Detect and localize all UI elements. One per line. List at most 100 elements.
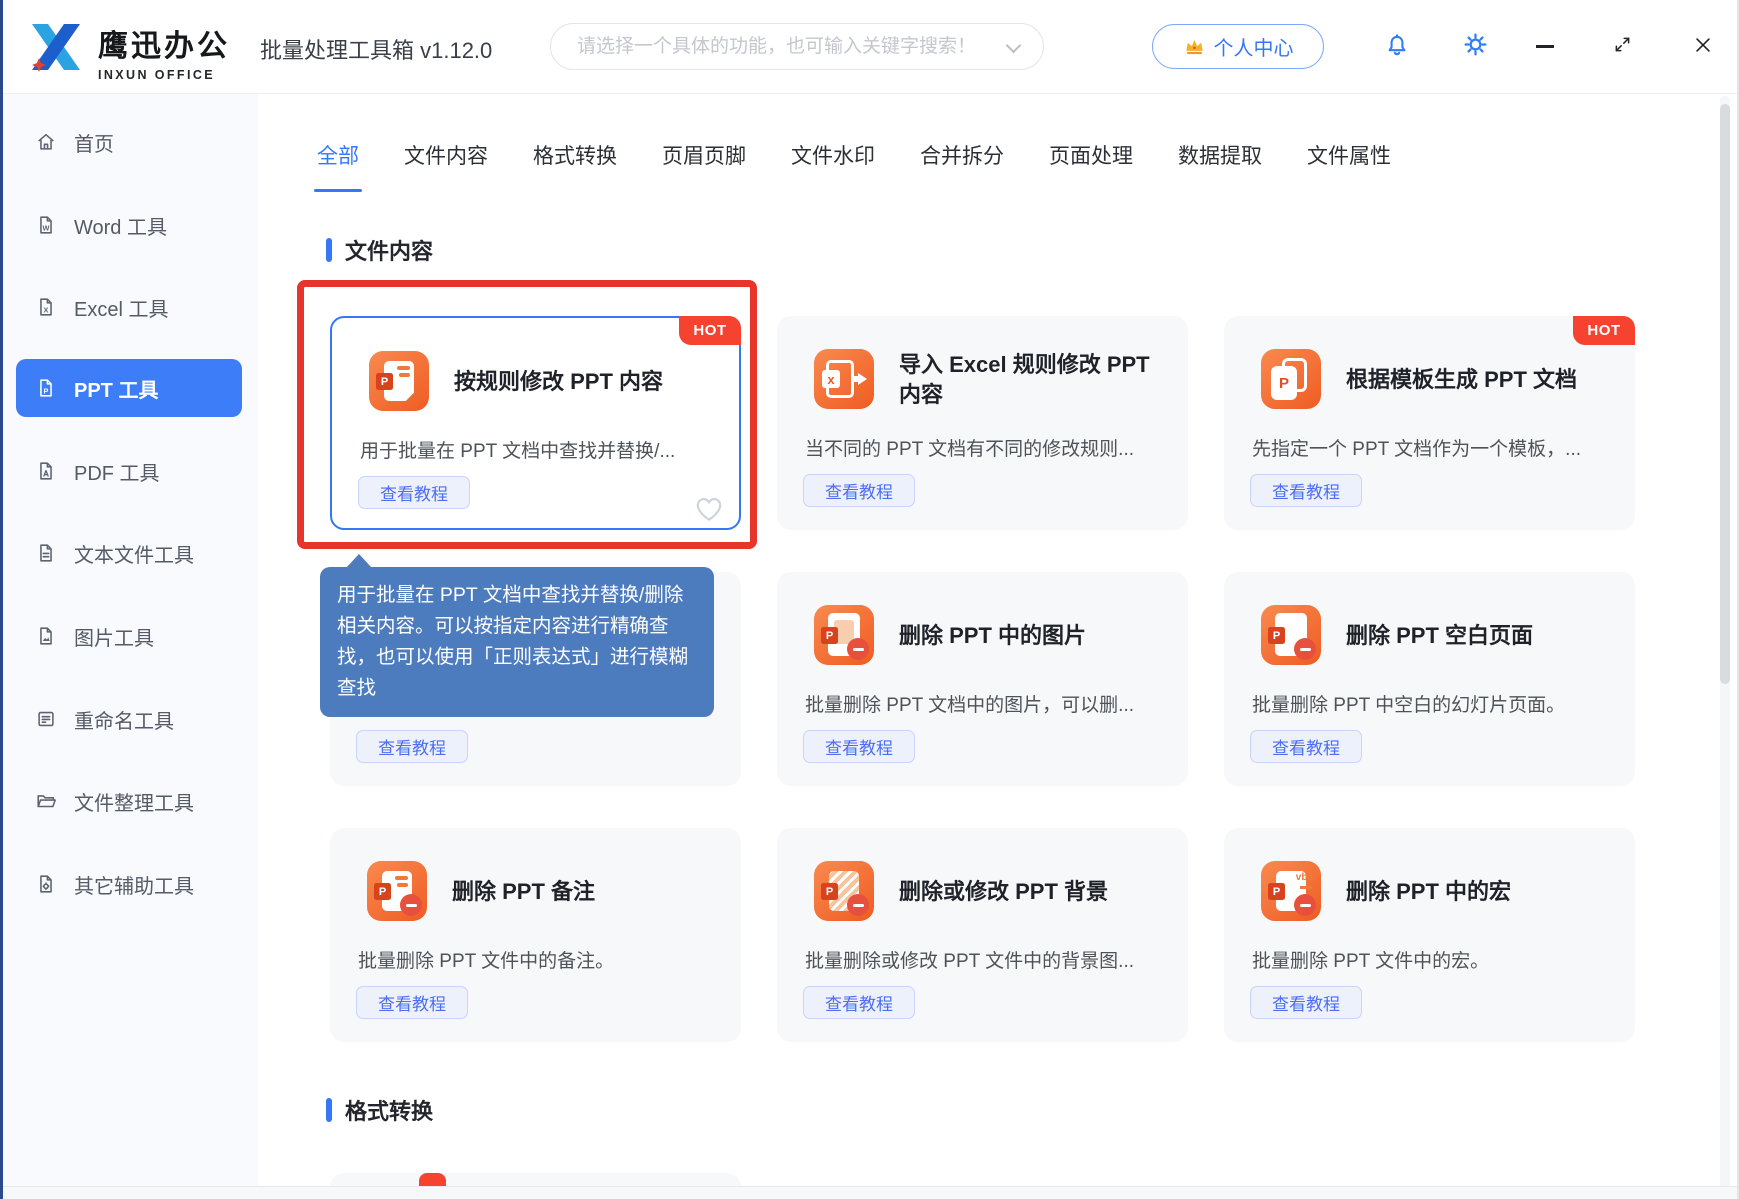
section-file-content: 文件内容 — [326, 234, 433, 266]
scrollbar-thumb[interactable] — [1720, 104, 1730, 684]
title-bar: 鹰迅办公 INXUN OFFICE 批量处理工具箱 v1.12.0 个人中心 — [0, 0, 1739, 94]
tab-file-attrs[interactable]: 文件属性 — [1307, 140, 1391, 176]
section-format-convert: 格式转换 — [326, 1094, 433, 1126]
card-delete-ppt-notes[interactable]: P 删除 PPT 备注 批量删除 PPT 文件中的备注。 查看教程 — [330, 828, 741, 1042]
svg-text:P: P — [44, 387, 49, 396]
sidebar-item-label: 文件整理工具 — [74, 787, 194, 816]
hot-badge: HOT — [679, 316, 741, 345]
minus-icon — [847, 638, 869, 660]
ppt-doc-icon: P — [35, 377, 57, 399]
card-delete-modify-ppt-background[interactable]: P 删除或修改 PPT 背景 批量删除或修改 PPT 文件中的背景图... 查看… — [777, 828, 1188, 1042]
excel-import-rules-icon: x — [814, 349, 874, 409]
tab-watermark[interactable]: 文件水印 — [791, 140, 875, 176]
category-tabs: 全部 文件内容 格式转换 页眉页脚 文件水印 合并拆分 页面处理 数据提取 文件… — [317, 140, 1391, 176]
card-title: 导入 Excel 规则修改 PPT 内容 — [899, 350, 1162, 410]
card-import-excel-rules[interactable]: x 导入 Excel 规则修改 PPT 内容 当不同的 PPT 文档有不同的修改… — [777, 316, 1188, 530]
crown-icon — [1183, 35, 1206, 58]
sidebar-item-ppt-tools[interactable]: P PPT 工具 — [16, 359, 242, 417]
sidebar-item-label: Excel 工具 — [74, 293, 168, 322]
card-generate-ppt-from-template[interactable]: P 根据模板生成 PPT 文档 先指定一个 PPT 文档作为一个模板，... 查… — [1224, 316, 1635, 530]
tab-merge-split[interactable]: 合并拆分 — [920, 140, 1004, 176]
notification-bell-icon[interactable] — [1384, 31, 1410, 59]
card-title: 删除 PPT 中的图片 — [899, 621, 1162, 651]
brand-subtitle: INXUN OFFICE — [98, 68, 230, 82]
sidebar-item-excel-tools[interactable]: X Excel 工具 — [16, 278, 242, 336]
tooltip-arrow — [346, 554, 372, 568]
favorite-heart-icon[interactable] — [693, 494, 725, 524]
text-file-icon — [35, 542, 57, 564]
hot-badge: HOT — [1573, 316, 1635, 345]
card-description: 批量删除 PPT 文档中的图片，可以删... — [805, 690, 1166, 717]
ppt-delete-blank-page-icon: P — [1261, 605, 1321, 665]
ppt-delete-macro-icon: P vba — [1261, 861, 1321, 921]
sidebar-item-label: 文本文件工具 — [74, 539, 194, 568]
view-tutorial-button[interactable]: 查看教程 — [356, 730, 468, 763]
card-title: 按规则修改 PPT 内容 — [454, 367, 713, 397]
window-close-button[interactable] — [1692, 34, 1714, 56]
sidebar-item-label: PPT 工具 — [74, 374, 158, 403]
section-accent-bar — [326, 238, 332, 262]
section-accent-bar — [326, 1098, 332, 1122]
sidebar-item-image-tools[interactable]: 图片工具 — [16, 607, 242, 665]
view-tutorial-button[interactable]: 查看教程 — [803, 986, 915, 1019]
sidebar-item-rename-tools[interactable]: 重命名工具 — [16, 690, 242, 748]
sidebar-item-file-organize-tools[interactable]: 文件整理工具 — [16, 772, 242, 830]
window-maximize-button[interactable] — [1612, 34, 1633, 55]
card-delete-ppt-blank-pages[interactable]: P 删除 PPT 空白页面 批量删除 PPT 中空白的幻灯片页面。 查看教程 — [1224, 572, 1635, 786]
minus-icon — [1294, 894, 1316, 916]
ppt-delete-notes-icon: P — [367, 861, 427, 921]
tab-data-extract[interactable]: 数据提取 — [1178, 140, 1262, 176]
view-tutorial-button[interactable]: 查看教程 — [803, 474, 915, 507]
view-tutorial-button[interactable]: 查看教程 — [358, 476, 470, 509]
card-description: 当不同的 PPT 文档有不同的修改规则... — [805, 434, 1166, 461]
tab-header-footer[interactable]: 页眉页脚 — [662, 140, 746, 176]
view-tutorial-button[interactable]: 查看教程 — [1250, 986, 1362, 1019]
brand-logo-icon — [24, 15, 88, 79]
sidebar-item-label: 首页 — [74, 128, 114, 157]
view-tutorial-button[interactable]: 查看教程 — [356, 986, 468, 1019]
card-title: 删除或修改 PPT 背景 — [899, 877, 1162, 907]
sidebar-item-home[interactable]: 首页 — [16, 113, 242, 171]
card-description: 先指定一个 PPT 文档作为一个模板，... — [1252, 434, 1613, 461]
image-file-icon — [35, 625, 57, 647]
misc-tools-icon — [35, 873, 57, 895]
brand-name: 鹰迅办公 — [98, 21, 230, 65]
excel-doc-icon: X — [35, 296, 57, 318]
svg-text:X: X — [44, 306, 49, 315]
card-title: 删除 PPT 备注 — [452, 877, 715, 907]
ppt-edit-rules-icon: P — [369, 351, 429, 411]
card-delete-ppt-macros[interactable]: P vba 删除 PPT 中的宏 批量删除 PPT 文件中的宏。 查看教程 — [1224, 828, 1635, 1042]
sidebar-item-label: 其它辅助工具 — [74, 870, 194, 899]
tab-all[interactable]: 全部 — [317, 140, 359, 176]
minus-icon — [847, 894, 869, 916]
card-delete-ppt-images[interactable]: P 删除 PPT 中的图片 批量删除 PPT 文档中的图片，可以删... 查看教… — [777, 572, 1188, 786]
rename-list-icon — [35, 708, 57, 730]
view-tutorial-button[interactable]: 查看教程 — [803, 730, 915, 763]
card-description: 批量删除 PPT 文件中的宏。 — [1252, 946, 1613, 973]
function-search-box[interactable] — [550, 23, 1044, 70]
window-bottom-edge — [0, 1186, 1739, 1199]
view-tutorial-button[interactable]: 查看教程 — [1250, 730, 1362, 763]
sidebar-item-pdf-tools[interactable]: PDF 工具 — [16, 442, 242, 500]
card-title: 删除 PPT 空白页面 — [1346, 621, 1609, 651]
personal-center-label: 个人中心 — [1214, 32, 1294, 61]
sidebar-item-label: PDF 工具 — [74, 457, 160, 486]
search-input[interactable] — [551, 24, 1043, 69]
folder-icon — [35, 790, 57, 812]
sidebar-item-word-tools[interactable]: W Word 工具 — [16, 196, 242, 254]
sidebar-item-text-file-tools[interactable]: 文本文件工具 — [16, 524, 242, 582]
personal-center-button[interactable]: 个人中心 — [1152, 24, 1324, 69]
window-minimize-button[interactable] — [1536, 45, 1554, 48]
card-description: 批量删除或修改 PPT 文件中的背景图... — [805, 946, 1166, 973]
app-title: 批量处理工具箱 v1.12.0 — [260, 33, 492, 65]
settings-gear-icon[interactable] — [1462, 31, 1489, 58]
card-title: 删除 PPT 中的宏 — [1346, 877, 1609, 907]
view-tutorial-button[interactable]: 查看教程 — [1250, 474, 1362, 507]
tab-file-content[interactable]: 文件内容 — [404, 140, 488, 176]
card-description: 批量删除 PPT 文件中的备注。 — [358, 946, 719, 973]
tab-format-convert[interactable]: 格式转换 — [533, 140, 617, 176]
sidebar-item-other-tools[interactable]: 其它辅助工具 — [16, 855, 242, 913]
tab-page-process[interactable]: 页面处理 — [1049, 140, 1133, 176]
card-edit-ppt-by-rules[interactable]: P 按规则修改 PPT 内容 用于批量在 PPT 文档中查找并替换/... 查看… — [330, 316, 741, 530]
card-tooltip: 用于批量在 PPT 文档中查找并替换/删除相关内容。可以按指定内容进行精确查找，… — [320, 567, 714, 717]
